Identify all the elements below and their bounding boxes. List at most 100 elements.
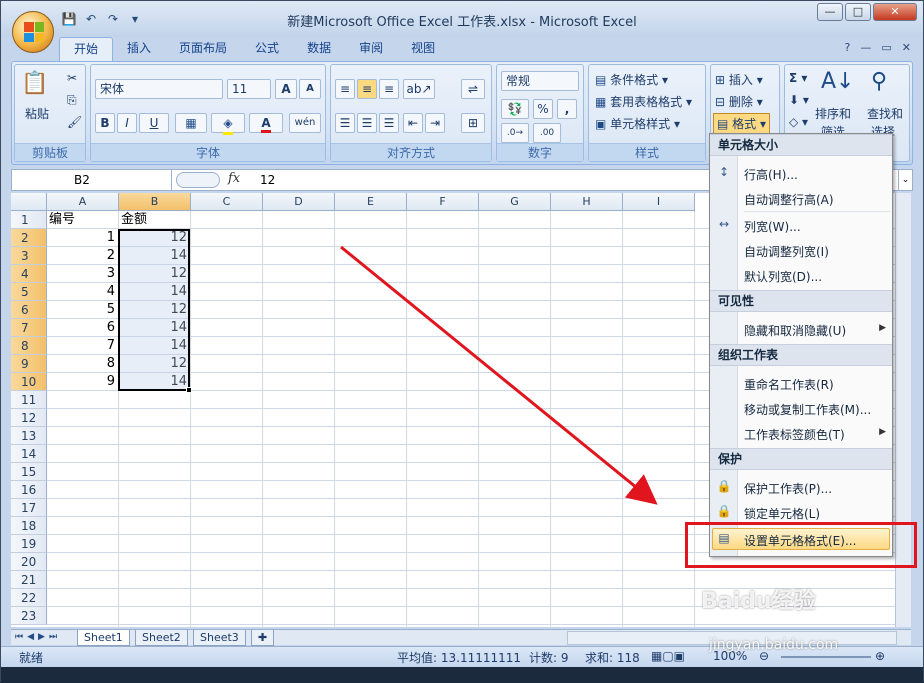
fill-handle[interactable]	[186, 387, 192, 393]
menu-item-default-width[interactable]: 默认列宽(D)...	[744, 268, 822, 285]
underline-button[interactable]: U	[139, 113, 169, 133]
menu-item-column-width[interactable]: 列宽(W)...	[744, 218, 801, 235]
borders-button[interactable]: ▦	[175, 113, 207, 133]
minimize-button[interactable]: —	[817, 3, 843, 21]
delete-cells-button[interactable]: ⊟ 删除 ▾	[715, 93, 763, 110]
maximize-button[interactable]: □	[845, 3, 871, 21]
sort-filter-icon[interactable]: A↓	[821, 69, 854, 94]
cell-A9[interactable]: 8	[49, 355, 115, 373]
find-select-label[interactable]: 查找和	[867, 105, 903, 122]
cell-A7[interactable]: 6	[49, 319, 115, 337]
formula-input[interactable]: 12	[260, 173, 275, 187]
decrease-decimal-button[interactable]: .00	[533, 123, 561, 143]
wrap-text-button[interactable]: ⇌	[461, 79, 485, 99]
align-right-button[interactable]: ☰	[379, 113, 399, 133]
bold-button[interactable]: B	[95, 113, 115, 133]
row-header-12[interactable]: 12	[11, 409, 47, 427]
orientation-button[interactable]: ab↗	[403, 79, 435, 99]
ribbon-close-icon[interactable]: ✕	[902, 41, 911, 54]
column-header-E[interactable]: E	[335, 193, 407, 211]
tab-page-layout[interactable]: 页面布局	[165, 37, 241, 61]
cell-A1[interactable]: 编号	[49, 211, 115, 229]
menu-item-rename-sheet[interactable]: 重命名工作表(R)	[744, 376, 834, 393]
binoculars-icon[interactable]: ⚲	[871, 69, 887, 94]
phonetic-button[interactable]: wén	[289, 113, 321, 133]
clear-icon[interactable]: ◇ ▾	[789, 115, 808, 129]
row-header-21[interactable]: 21	[11, 571, 47, 589]
row-header-14[interactable]: 14	[11, 445, 47, 463]
tab-home[interactable]: 开始	[59, 37, 114, 61]
format-cells-button[interactable]: ▤ 格式 ▾	[713, 113, 771, 134]
row-header-19[interactable]: 19	[11, 535, 47, 553]
ribbon-restore-icon[interactable]: ▭	[881, 41, 891, 54]
cell-A2[interactable]: 1	[49, 229, 115, 247]
menu-item-move-copy[interactable]: 移动或复制工作表(M)...	[744, 401, 871, 418]
zoom-in-icon[interactable]: ⊕	[875, 649, 885, 663]
row-header-8[interactable]: 8	[11, 337, 47, 355]
menu-item-protect-sheet[interactable]: 保护工作表(P)...	[744, 480, 832, 497]
row-header-16[interactable]: 16	[11, 481, 47, 499]
tab-view[interactable]: 视图	[397, 37, 449, 61]
expand-formula-bar-icon[interactable]: ⌄	[898, 170, 912, 190]
formula-bar-splitter[interactable]	[176, 172, 220, 188]
cell-A6[interactable]: 5	[49, 301, 115, 319]
row-header-9[interactable]: 9	[11, 355, 47, 373]
sheet-tab-2[interactable]: Sheet2	[135, 630, 188, 646]
sort-filter-label[interactable]: 排序和	[815, 105, 851, 122]
menu-item-format-cells[interactable]: 设置单元格格式(E)...	[744, 532, 856, 549]
column-header-B[interactable]: B	[119, 193, 191, 211]
tab-insert[interactable]: 插入	[113, 37, 165, 61]
tab-data[interactable]: 数据	[293, 37, 345, 61]
row-header-13[interactable]: 13	[11, 427, 47, 445]
view-buttons[interactable]: ▦▢▣	[651, 649, 685, 663]
sheet-nav-arrows[interactable]: ⏮◀▶⏭	[15, 630, 61, 645]
row-header-10[interactable]: 10	[11, 373, 47, 391]
column-header-G[interactable]: G	[479, 193, 551, 211]
row-header-2[interactable]: 2	[11, 229, 47, 247]
row-header-7[interactable]: 7	[11, 319, 47, 337]
percent-button[interactable]: %	[533, 99, 553, 119]
cell-B1[interactable]: 金额	[121, 211, 187, 229]
font-name-select[interactable]: 宋体	[95, 79, 223, 99]
help-icon[interactable]: ?	[845, 41, 851, 54]
undo-icon[interactable]: ↶	[83, 11, 99, 27]
paste-button[interactable]: 粘贴	[25, 105, 49, 122]
menu-item-hide-unhide[interactable]: 隐藏和取消隐藏(U)	[744, 322, 846, 339]
row-header-18[interactable]: 18	[11, 517, 47, 535]
paste-icon[interactable]: 📋	[21, 71, 48, 96]
menu-item-tab-color[interactable]: 工作表标签颜色(T)	[744, 426, 845, 443]
redo-icon[interactable]: ↷	[105, 11, 121, 27]
conditional-format-button[interactable]: ▤ 条件格式 ▾	[595, 71, 668, 88]
shrink-font-button[interactable]: A	[299, 79, 321, 99]
insert-sheet-icon[interactable]: ✚	[251, 630, 275, 646]
font-color-button[interactable]: A	[249, 113, 283, 133]
cell-styles-button[interactable]: ▣ 单元格样式 ▾	[595, 115, 680, 132]
increase-indent-button[interactable]: ⇥	[425, 113, 445, 133]
menu-item-lock-cell[interactable]: 锁定单元格(L)	[744, 505, 820, 522]
row-header-11[interactable]: 11	[11, 391, 47, 409]
format-as-table-button[interactable]: ▦ 套用表格格式 ▾	[595, 93, 692, 110]
save-icon[interactable]: 💾	[61, 11, 77, 27]
row-header-3[interactable]: 3	[11, 247, 47, 265]
cell-A10[interactable]: 9	[49, 373, 115, 391]
copy-icon[interactable]: ⎘	[67, 93, 77, 108]
tab-review[interactable]: 审阅	[345, 37, 397, 61]
column-header-F[interactable]: F	[407, 193, 479, 211]
name-box[interactable]: B2	[12, 170, 172, 190]
decrease-indent-button[interactable]: ⇤	[403, 113, 423, 133]
cell-A3[interactable]: 2	[49, 247, 115, 265]
format-painter-icon[interactable]: 🖌	[67, 115, 82, 129]
number-format-select[interactable]: 常规	[501, 71, 579, 91]
cell-A8[interactable]: 7	[49, 337, 115, 355]
column-header-H[interactable]: H	[551, 193, 623, 211]
row-header-22[interactable]: 22	[11, 589, 47, 607]
select-all-corner[interactable]	[11, 193, 47, 211]
align-center-button[interactable]: ☰	[357, 113, 377, 133]
menu-item-autofit-column[interactable]: 自动调整列宽(I)	[744, 243, 829, 260]
customize-qat-icon[interactable]: ▾	[127, 11, 143, 27]
font-size-select[interactable]: 11	[227, 79, 271, 99]
currency-button[interactable]: 💱	[501, 99, 529, 119]
column-header-D[interactable]: D	[263, 193, 335, 211]
column-header-A[interactable]: A	[47, 193, 119, 211]
sheet-tab-1[interactable]: Sheet1	[77, 630, 130, 646]
